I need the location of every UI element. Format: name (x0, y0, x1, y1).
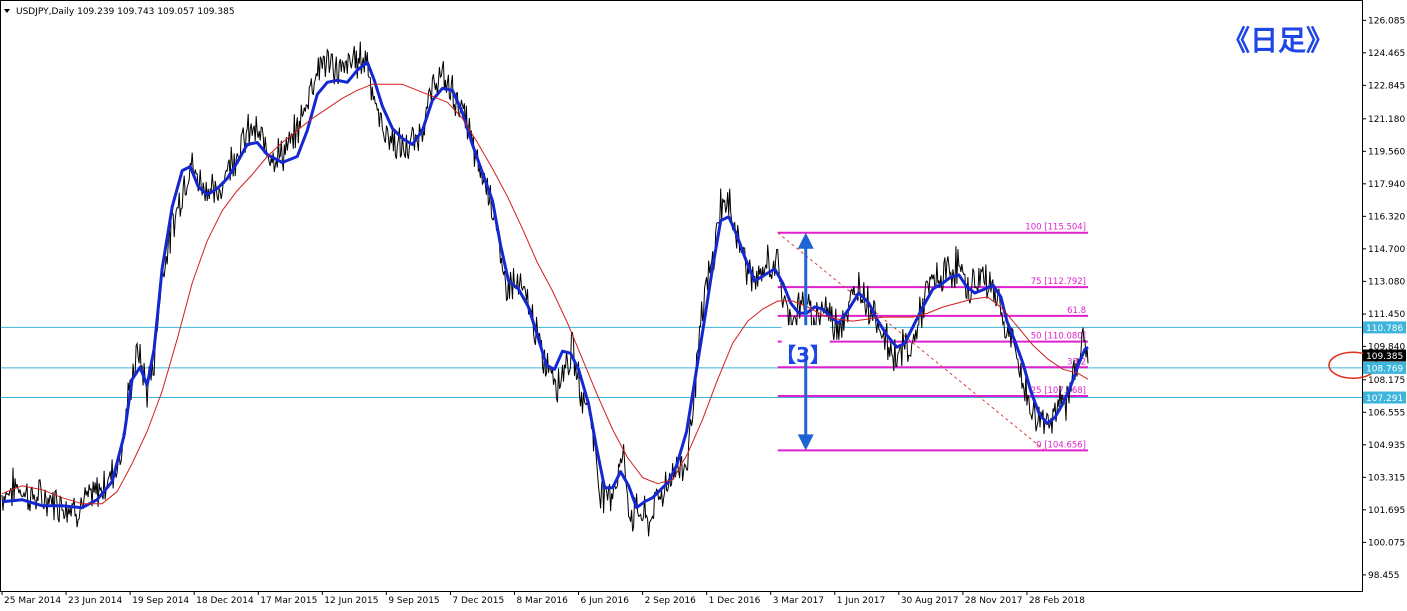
y-tick-label: 116.320 (1368, 212, 1405, 222)
fib-level-label: 75 [112.792] (1031, 277, 1086, 287)
price-tag-label: 109.385 (1366, 352, 1403, 362)
y-tick-label: 108.175 (1368, 376, 1405, 386)
x-tick-label: 19 Sep 2014 (132, 596, 189, 606)
x-tick-label: 2 Sep 2016 (645, 596, 697, 606)
y-tick-label: 101.695 (1368, 506, 1405, 516)
y-tick-label: 121.180 (1368, 115, 1405, 125)
x-tick-label: 23 Jun 2014 (68, 596, 122, 606)
price-tags: 110.786 109.385 108.769 107.291 (1363, 321, 1406, 404)
chart-header: USDJPY,Daily 109.239 109.743 109.057 109… (4, 7, 235, 17)
y-tick-label: 100.075 (1368, 538, 1405, 548)
wave-label: 【3】 (776, 343, 830, 367)
y-tick-label: 113.080 (1368, 277, 1405, 287)
timeframe-badge: 《日足》 (1222, 24, 1334, 57)
y-tick-label: 117.940 (1368, 180, 1405, 190)
y-tick-label: 103.315 (1368, 473, 1405, 483)
y-tick-label: 124.465 (1368, 49, 1405, 59)
price-tag-label: 110.786 (1366, 324, 1403, 334)
y-tick-label: 119.560 (1368, 147, 1405, 157)
x-tick-label: 6 Jun 2016 (581, 596, 630, 606)
x-tick-label: 7 Dec 2015 (452, 596, 504, 606)
chart-root: 100 [115.504] 75 [112.792] 61.8 50 [110.080… (0, 0, 1407, 611)
y-tick-label: 122.845 (1368, 81, 1405, 91)
y-tick-label: 126.085 (1368, 16, 1405, 26)
x-tick-label: 1 Dec 2016 (709, 596, 761, 606)
x-tick-label: 1 Jun 2017 (837, 596, 885, 606)
fib-level-label: 61.8 (1067, 306, 1086, 316)
y-tick-label: 104.935 (1368, 441, 1405, 451)
y-tick-label: 114.700 (1368, 245, 1405, 255)
x-tick-label: 28 Nov 2017 (965, 596, 1023, 606)
fib-level-label: 50 [110.080] (1031, 332, 1086, 342)
price-tag-label: 107.291 (1366, 394, 1403, 404)
x-tick-label: 9 Sep 2015 (388, 596, 439, 606)
x-tick-label: 28 Feb 2018 (1029, 596, 1085, 606)
usdjpy-daily-chart: 100 [115.504] 75 [112.792] 61.8 50 [110.080… (0, 0, 1407, 611)
x-tick-label: 12 Jun 2015 (324, 596, 378, 606)
price-tag-label: 108.769 (1366, 364, 1403, 374)
y-tick-label: 98.455 (1368, 571, 1400, 581)
y-tick-label: 106.555 (1368, 408, 1405, 418)
x-tick-label: 8 Mar 2016 (516, 596, 568, 606)
symbol-header: USDJPY,Daily 109.239 109.743 109.057 109… (16, 7, 235, 17)
fib-level-label: 25 [107.368] (1031, 386, 1086, 396)
x-tick-label: 25 Mar 2014 (4, 596, 61, 606)
x-tick-label: 3 Mar 2017 (773, 596, 824, 606)
y-tick-label: 111.450 (1368, 310, 1405, 320)
x-tick-label: 30 Aug 2017 (901, 596, 959, 606)
x-tick-label: 17 Mar 2015 (260, 596, 317, 606)
fib-level-label: 100 [115.504] (1025, 223, 1086, 233)
x-tick-label: 18 Dec 2014 (196, 596, 254, 606)
